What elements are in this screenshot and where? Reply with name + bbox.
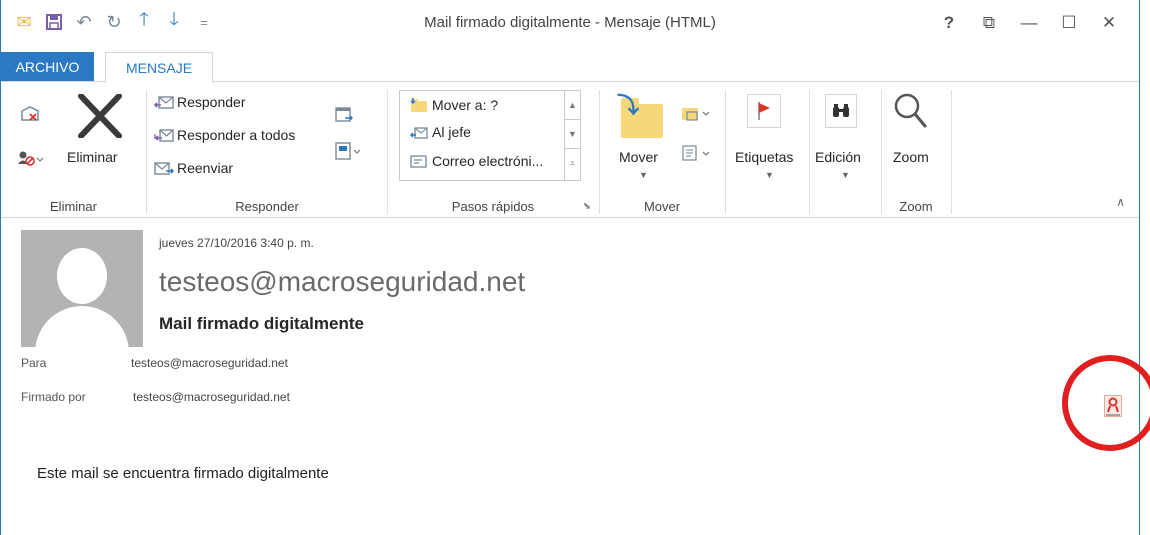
signed-by-label: Firmado por [21, 390, 86, 404]
reply-label: Responder [177, 94, 246, 110]
editing-button[interactable]: Edición [815, 149, 861, 165]
quick-steps-scroll: ▲ ▼ ⩡ [564, 91, 580, 180]
reply-button[interactable]: Responder [153, 94, 246, 110]
group-label-zoom: Zoom [899, 199, 933, 214]
move-arrow-icon: ⤵ [617, 93, 640, 118]
to-recipient[interactable]: testeos@macroseguridad.net [131, 356, 288, 370]
group-separator [725, 90, 726, 214]
group-separator [809, 90, 810, 214]
quick-step-move-to[interactable]: Mover a: ? [408, 97, 498, 113]
scroll-down-icon[interactable]: ▼ [565, 120, 580, 149]
chevron-down-icon[interactable]: ▼ [639, 170, 648, 180]
ribbon-display-icon[interactable]: ⧉ [969, 8, 1009, 38]
group-edicion: Edición ▼ [811, 82, 881, 218]
flag-icon[interactable] [747, 94, 781, 128]
signed-by-value[interactable]: testeos@macroseguridad.net [133, 390, 290, 404]
quick-steps-gallery: Mover a: ? Al jefe Correo electróni... ▲ [399, 90, 581, 181]
manager-mail-icon [408, 124, 430, 140]
group-separator [951, 90, 952, 214]
group-label-pasos-rapidos: Pasos rápidos [451, 199, 535, 214]
message-subject: Mail firmado digitalmente [159, 314, 364, 333]
group-label-responder: Responder [235, 199, 299, 214]
magnifier-icon[interactable] [893, 92, 927, 132]
move-button[interactable]: Mover [619, 149, 658, 165]
meeting-icon[interactable] [335, 106, 353, 124]
message-body: Este mail se encuentra firmado digitalme… [37, 465, 329, 482]
reply-all-button[interactable]: Responder a todos [153, 127, 295, 143]
quick-step-label: Correo electróni... [432, 153, 544, 169]
group-label-eliminar: Eliminar [50, 199, 97, 214]
forward-icon [153, 160, 175, 176]
highlight-circle [1062, 355, 1150, 451]
gallery-expand-icon[interactable]: ⩡ [565, 149, 580, 178]
reply-icon [153, 94, 175, 110]
avatar [21, 230, 143, 347]
scroll-up-icon[interactable]: ▲ [565, 91, 580, 120]
close-icon[interactable]: ✕ [1089, 8, 1129, 38]
binoculars-icon[interactable] [825, 94, 857, 128]
ribbon: Eliminar Eliminar Responder Responder a … [1, 82, 1139, 218]
collapse-ribbon-icon[interactable]: ∧ [1116, 195, 1125, 209]
tags-button[interactable]: Etiquetas [735, 149, 793, 165]
group-zoom: Zoom Zoom [881, 82, 951, 218]
message-date: jueves 27/10/2016 3:40 p. m. [159, 236, 314, 250]
forward-button[interactable]: Reenviar [153, 160, 233, 176]
group-eliminar: Eliminar Eliminar [1, 82, 146, 218]
delete-button[interactable]: Eliminar [67, 149, 118, 165]
sender-address[interactable]: testeos@macroseguridad.net [159, 266, 525, 298]
outlook-message-window: ✉ ↶ ↻ 🡑 🡓 = Mail firmado digitalmente - … [0, 0, 1150, 535]
maximize-icon[interactable]: ☐ [1049, 8, 1089, 38]
tab-message[interactable]: MENSAJE [105, 52, 213, 83]
more-respond-icon[interactable] [335, 142, 361, 160]
title-bar: ✉ ↶ ↻ 🡑 🡓 = Mail firmado digitalmente - … [1, 0, 1139, 52]
to-label: Para [21, 356, 47, 370]
group-responder: Responder Responder a todos Reenviar Res… [147, 82, 387, 218]
quick-step-team-email[interactable]: Correo electróni... [408, 153, 543, 169]
tab-file[interactable]: ARCHIVO [1, 52, 94, 82]
minimize-icon[interactable]: — [1009, 8, 1049, 38]
junk-icon[interactable] [18, 150, 44, 166]
help-icon[interactable]: ? [929, 8, 969, 38]
team-email-icon [408, 153, 430, 169]
window-controls: ? ⧉ — ☐ ✕ [929, 8, 1129, 38]
quick-step-label: Al jefe [432, 124, 471, 140]
actions-icon[interactable] [681, 144, 711, 162]
group-pasos-rapidos: Mover a: ? Al jefe Correo electróni... ▲ [387, 82, 599, 218]
group-mover: ⤵ Mover ▼ Mover [599, 82, 725, 218]
chevron-down-icon[interactable]: ▼ [841, 170, 850, 180]
reply-all-icon [153, 127, 175, 143]
group-label-mover: Mover [643, 199, 681, 214]
zoom-button[interactable]: Zoom [893, 149, 929, 165]
chevron-down-icon[interactable]: ▼ [765, 170, 774, 180]
forward-label: Reenviar [177, 160, 234, 176]
reply-all-label: Responder a todos [177, 127, 296, 143]
group-etiquetas: Etiquetas ▼ [729, 82, 809, 218]
move-folder-icon [408, 97, 430, 113]
quick-step-to-manager[interactable]: Al jefe [408, 124, 471, 140]
ribbon-tabs: ARCHIVO MENSAJE [1, 52, 1139, 83]
rules-icon[interactable] [681, 104, 711, 122]
ignore-icon[interactable] [21, 106, 39, 122]
quick-step-label: Mover a: ? [432, 97, 499, 113]
delete-x-icon[interactable] [75, 94, 125, 138]
